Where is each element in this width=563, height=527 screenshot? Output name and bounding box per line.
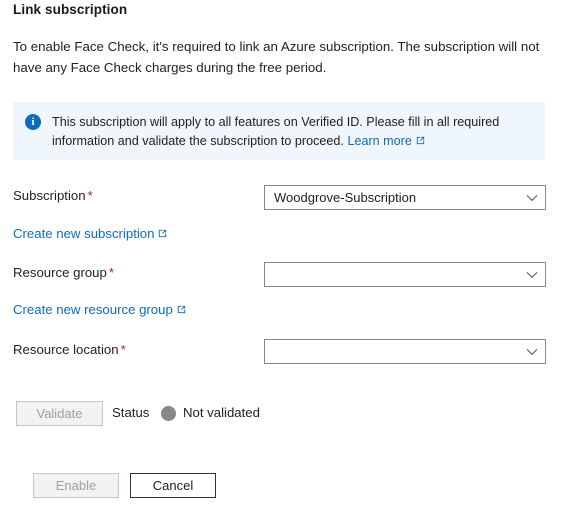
create-new-resource-group-link[interactable]: Create new resource group xyxy=(13,302,187,318)
chevron-down-icon xyxy=(523,343,541,361)
field-row-subscription: Subscription * Woodgrove-Subscription xyxy=(0,185,563,211)
validate-button[interactable]: Validate xyxy=(16,401,103,426)
subscription-dropdown-value: Woodgrove-Subscription xyxy=(274,190,417,205)
info-banner-text: This subscription will apply to all feat… xyxy=(52,113,512,151)
subscription-dropdown[interactable]: Woodgrove-Subscription xyxy=(264,185,546,210)
external-link-icon xyxy=(176,303,187,318)
intro-paragraph: To enable Face Check, it's required to l… xyxy=(13,39,540,75)
page-title: Link subscription xyxy=(13,2,128,17)
status-badge xyxy=(161,406,176,421)
chevron-down-icon xyxy=(523,189,541,207)
learn-more-link[interactable]: Learn more xyxy=(347,134,425,148)
field-row-resource-group: Resource group * xyxy=(0,262,563,288)
info-banner: i This subscription will apply to all fe… xyxy=(13,102,545,160)
external-link-icon xyxy=(415,133,426,152)
resource-group-label: Resource group * xyxy=(13,265,114,280)
info-banner-message: This subscription will apply to all feat… xyxy=(52,115,500,148)
chevron-down-icon xyxy=(523,266,541,284)
footer-actions: Enable Cancel xyxy=(0,473,563,499)
external-link-icon xyxy=(157,227,168,242)
create-new-resource-group-label: Create new resource group xyxy=(13,302,173,317)
cancel-button[interactable]: Cancel xyxy=(130,473,216,498)
resource-location-label: Resource location * xyxy=(13,342,126,357)
validation-row: Validate Status Not validated xyxy=(0,401,563,427)
create-new-subscription-label: Create new subscription xyxy=(13,226,155,241)
create-new-subscription-link[interactable]: Create new subscription xyxy=(13,226,168,242)
info-icon: i xyxy=(25,114,41,130)
enable-button[interactable]: Enable xyxy=(33,473,119,498)
resource-location-label-text: Resource location xyxy=(13,342,119,357)
status-text: Not validated xyxy=(183,405,260,420)
status-label: Status xyxy=(112,405,150,420)
subscription-label-text: Subscription xyxy=(13,188,86,203)
required-marker: * xyxy=(87,188,93,203)
learn-more-label: Learn more xyxy=(347,133,412,148)
required-marker: * xyxy=(108,265,114,280)
subscription-label: Subscription * xyxy=(13,188,93,203)
link-subscription-panel: Link subscription To enable Face Check, … xyxy=(0,0,563,527)
resource-group-dropdown[interactable] xyxy=(264,262,546,287)
required-marker: * xyxy=(120,342,126,357)
field-row-resource-location: Resource location * xyxy=(0,339,563,365)
resource-location-dropdown[interactable] xyxy=(264,339,546,364)
resource-group-label-text: Resource group xyxy=(13,265,107,280)
